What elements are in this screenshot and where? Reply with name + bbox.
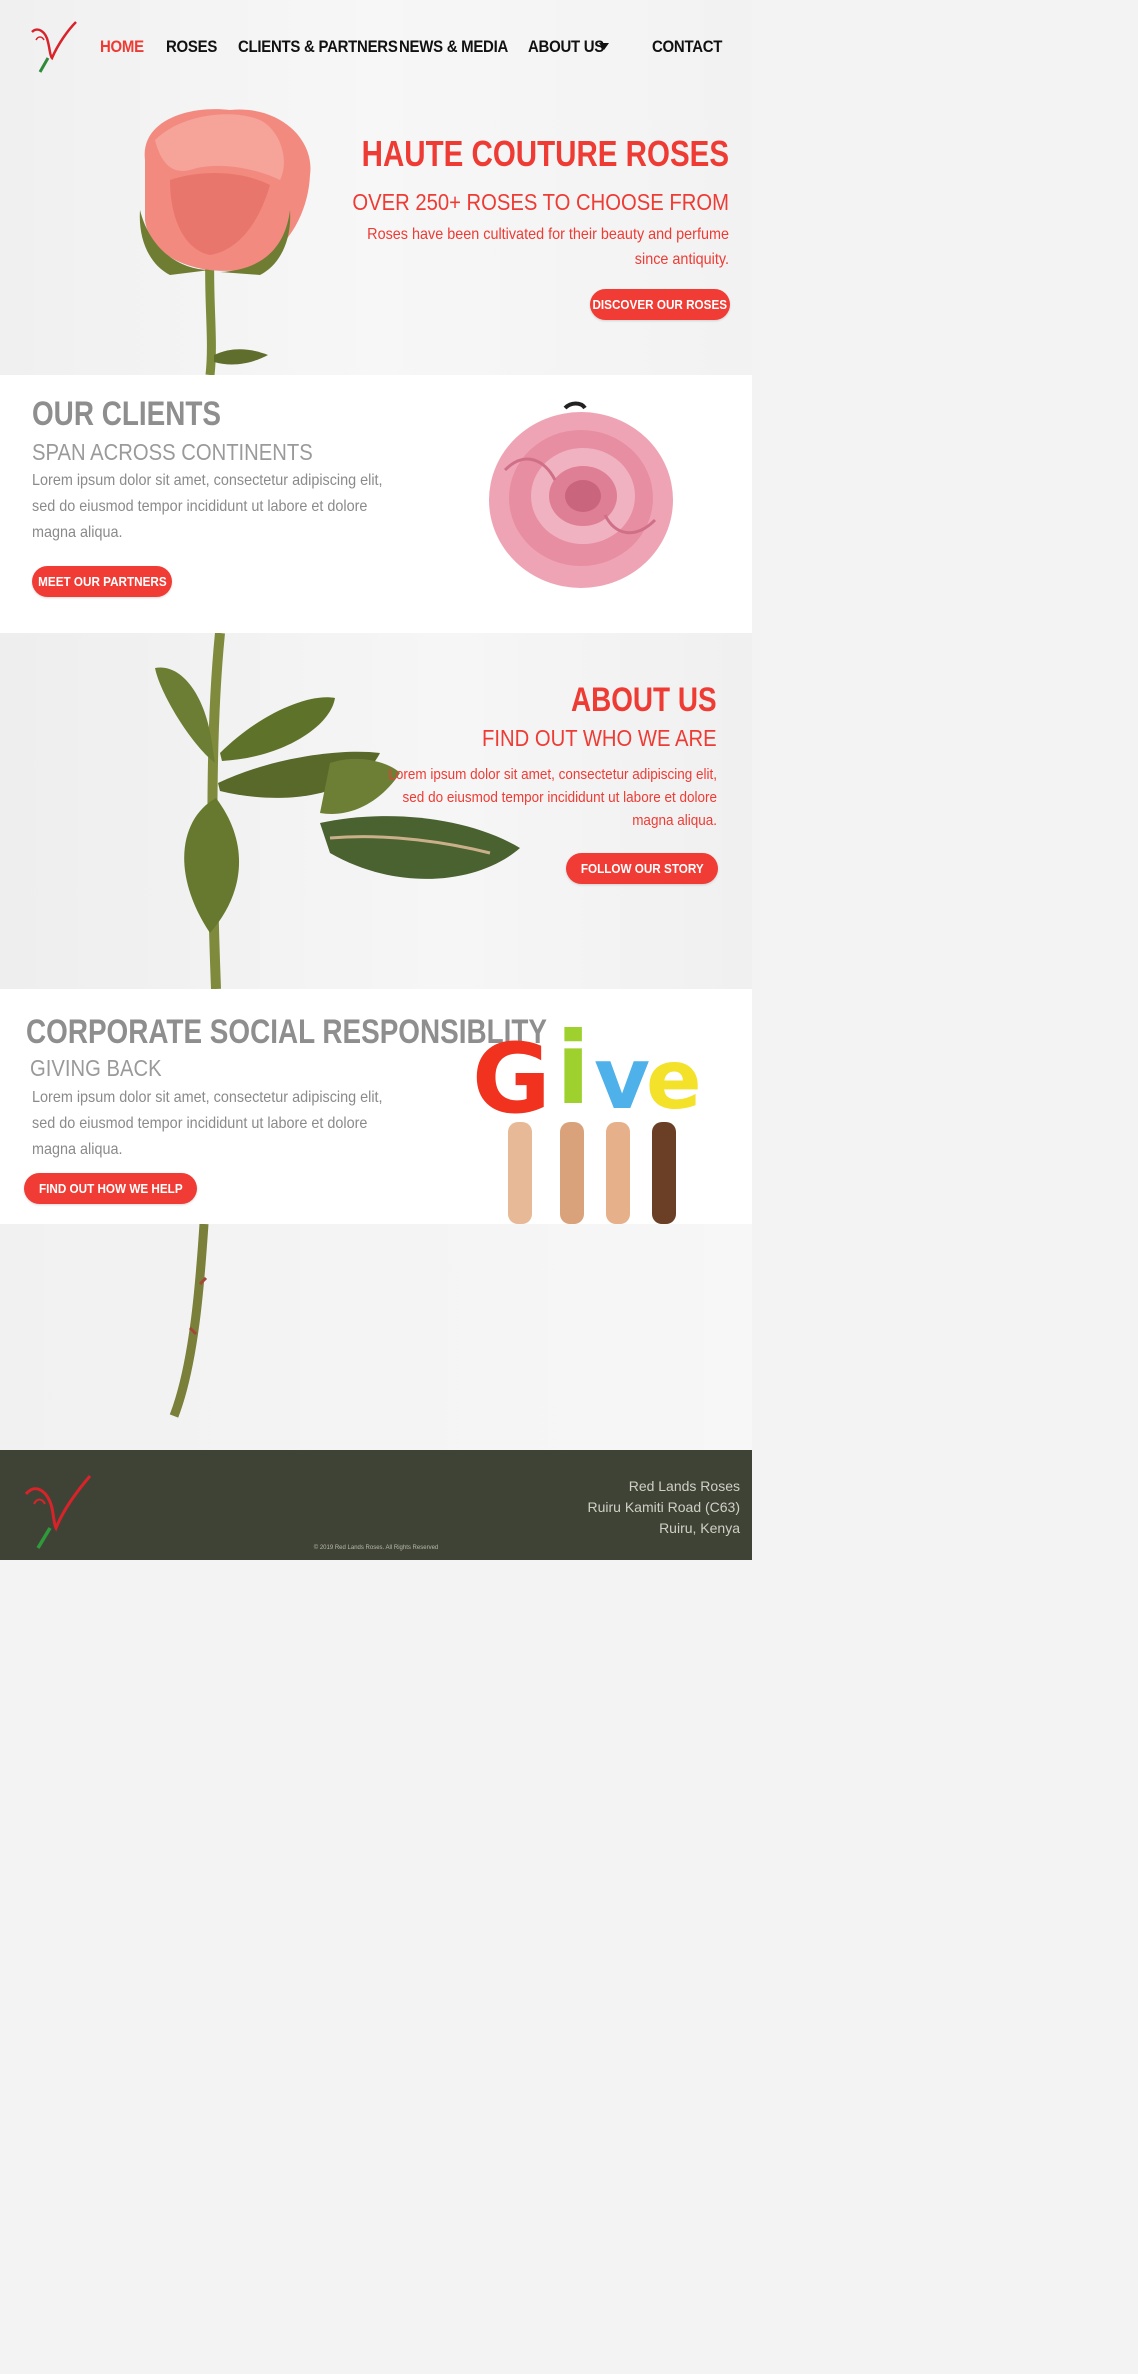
csr-section: CORPORATE SOCIAL RESPONSIBLITY GIVING BA… xyxy=(0,989,752,1224)
csr-text-line: Lorem ipsum dolor sit amet, consectetur … xyxy=(32,1089,383,1106)
nav-item-roses[interactable]: ROSES xyxy=(166,37,217,57)
about-text-line: magna aliqua. xyxy=(632,812,717,829)
footer-address-line: Ruiru Kamiti Road (C63) xyxy=(587,1499,741,1515)
clients-title: OUR CLIENTS xyxy=(32,395,221,433)
give-letter-v: v xyxy=(594,1029,651,1129)
stem-section xyxy=(0,1224,752,1450)
about-title: ABOUT US xyxy=(571,681,717,719)
find-how-we-help-button[interactable]: FIND OUT HOW WE HELP xyxy=(24,1173,197,1204)
red-lands-logo-icon[interactable] xyxy=(28,18,80,74)
pink-rose-image xyxy=(139,109,311,375)
clients-text: Lorem ipsum dolor sit amet, consectetur … xyxy=(32,468,410,546)
about-text: Lorem ipsum dolor sit amet, consectetur … xyxy=(339,763,717,832)
clients-subtitle: SPAN ACROSS CONTINENTS xyxy=(32,439,313,465)
csr-text-line: sed do eiusmod tempor incididunt ut labo… xyxy=(32,1115,368,1132)
csr-subtitle: GIVING BACK xyxy=(30,1055,162,1081)
hero-text: Roses have been cultivated for their bea… xyxy=(351,222,729,272)
hero-text-line: since antiquity. xyxy=(634,251,729,268)
about-section: ABOUT US FIND OUT WHO WE ARE Lorem ipsum… xyxy=(0,633,752,989)
about-text-line: sed do eiusmod tempor incididunt ut labo… xyxy=(402,789,717,806)
footer-logo-icon[interactable] xyxy=(24,1472,94,1550)
csr-text: Lorem ipsum dolor sit amet, consectetur … xyxy=(32,1085,410,1163)
nav-item-about-us[interactable]: ABOUT US xyxy=(528,37,604,57)
main-navigation: HOME ROSES CLIENTS & PARTNERS NEWS & MED… xyxy=(0,0,752,95)
give-letter-e: e xyxy=(646,1033,702,1128)
footer: Red Lands Roses Ruiru Kamiti Road (C63) … xyxy=(0,1450,752,1560)
nav-item-clients-partners[interactable]: CLIENTS & PARTNERS xyxy=(238,37,398,57)
csr-text-line: magna aliqua. xyxy=(32,1141,123,1158)
nav-item-news-media[interactable]: NEWS & MEDIA xyxy=(399,37,508,57)
follow-story-button[interactable]: FOLLOW OUR STORY xyxy=(566,853,718,884)
footer-copyright: © 2019 Red Lands Roses. All Rights Reser… xyxy=(313,1545,439,1551)
about-subtitle: FIND OUT WHO WE ARE xyxy=(482,725,717,751)
give-letter-i: i xyxy=(556,1010,591,1127)
footer-company-name: Red Lands Roses xyxy=(628,1478,740,1494)
pink-rose-bloom-image xyxy=(489,401,673,588)
footer-address: Red Lands Roses Ruiru Kamiti Road (C63) … xyxy=(588,1476,741,1539)
nav-item-contact[interactable]: CONTACT xyxy=(652,37,722,57)
hero-title: HAUTE COUTURE ROSES xyxy=(361,133,729,174)
clients-section: OUR CLIENTS SPAN ACROSS CONTINENTS Lorem… xyxy=(0,375,752,633)
footer-address-line: Ruiru, Kenya xyxy=(659,1520,740,1536)
clients-text-line: Lorem ipsum dolor sit amet, consectetur … xyxy=(32,472,383,489)
nav-item-home[interactable]: HOME xyxy=(100,37,144,57)
hero-subtitle: OVER 250+ ROSES TO CHOOSE FROM xyxy=(352,189,729,215)
clients-text-line: sed do eiusmod tempor incididunt ut labo… xyxy=(32,498,368,515)
meet-partners-button[interactable]: MEET OUR PARTNERS xyxy=(32,566,172,597)
give-letter-g: G xyxy=(472,1023,551,1135)
chevron-down-icon[interactable] xyxy=(599,43,609,50)
hero-text-line: Roses have been cultivated for their bea… xyxy=(367,226,729,243)
rose-stem-image xyxy=(169,1224,209,1418)
clients-text-line: magna aliqua. xyxy=(32,524,123,541)
about-text-line: Lorem ipsum dolor sit amet, consectetur … xyxy=(388,766,717,783)
discover-roses-button[interactable]: DISCOVER OUR ROSES xyxy=(590,289,730,320)
